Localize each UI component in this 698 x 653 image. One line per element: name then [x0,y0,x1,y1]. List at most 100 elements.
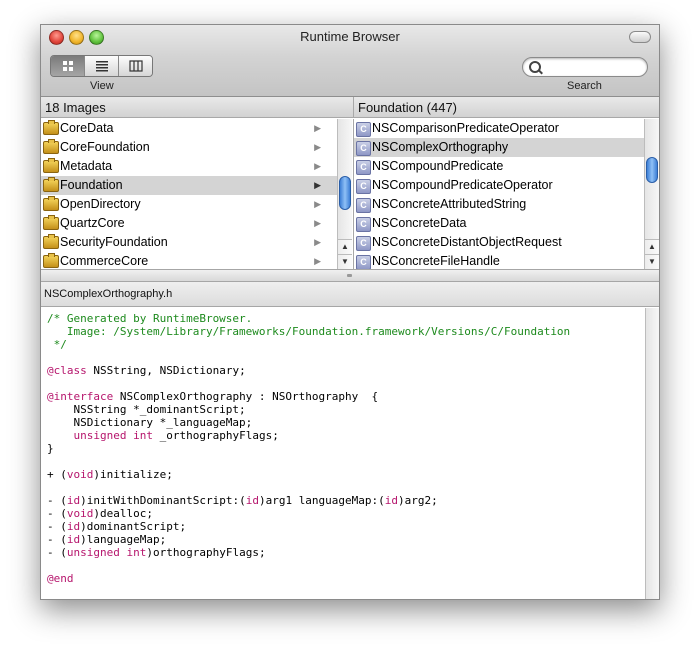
code-keyword: id [66,494,81,507]
class-name: NSCompoundPredicate [372,159,504,173]
image-name: CoreFoundation [60,140,150,154]
code-keyword: @class [47,364,87,377]
grid-icon [62,61,73,71]
classes-scroll-up-arrow[interactable]: ▲ [645,239,659,254]
images-scroll-thumb[interactable] [339,176,351,210]
image-name: OpenDirectory [60,197,141,211]
image-list-item[interactable]: CommerceCore ▶ [41,252,337,269]
framework-icon [43,215,59,230]
runtime-browser-window: Runtime Browser View Search 18 Images Fo… [40,24,660,600]
class-name: NSConcreteData [372,216,467,230]
class-icon: C [356,198,371,213]
class-list-item[interactable]: C NSCompoundPredicateOperator [354,176,644,195]
classes-scrollbar[interactable]: ▲ ▼ [644,119,659,269]
class-icon: C [356,179,371,194]
class-name: NSComparisonPredicateOperator [372,121,559,135]
images-scrollbar[interactable]: ▲ ▼ [337,119,352,269]
class-name: NSConcreteAttributedString [372,197,527,211]
title-bar: Runtime Browser View Search [41,25,659,97]
class-list-item[interactable]: C NSConcreteData [354,214,644,233]
code-scrollbar[interactable] [645,308,659,599]
class-icon: C [356,160,371,175]
disclosure-arrow-icon: ▶ [314,180,321,190]
class-name: NSCompoundPredicateOperator [372,178,553,192]
classes-scroll-thumb[interactable] [646,157,658,183]
view-label: View [90,80,114,92]
code-keyword: @end [47,572,74,585]
framework-icon [43,120,59,135]
code-keyword: unsigned int [66,546,147,559]
search-input[interactable] [543,60,643,76]
code-comment: */ [47,338,67,351]
class-list-item[interactable]: C NSConcreteAttributedString [354,195,644,214]
disclosure-arrow-icon: ▶ [314,218,321,228]
image-list-item[interactable]: CoreFoundation ▶ [41,138,337,157]
list-view-button[interactable] [85,56,119,76]
disclosure-arrow-icon: ▶ [314,142,321,152]
classes-column-header: Foundation (447) [353,97,659,118]
images-scroll-down-arrow[interactable]: ▼ [338,254,352,269]
search-field[interactable] [522,57,648,77]
image-name: Foundation [60,178,123,192]
code-text: )arg2; [398,494,438,507]
code-text: NSString *_dominantScript; [47,403,246,416]
class-name: NSConcreteDistantObjectRequest [372,235,562,249]
class-list-item[interactable]: C NSComplexOrthography [354,138,644,157]
code-text: )initWithDominantScript:( [80,494,246,507]
source-code-view[interactable]: /* Generated by RuntimeBrowser. Image: /… [41,308,645,599]
images-scroll-up-arrow[interactable]: ▲ [338,239,352,254]
class-list-item[interactable]: C NSConcreteFileHandle [354,252,644,269]
source-code: /* Generated by RuntimeBrowser. Image: /… [41,308,645,589]
code-text: NSString, NSDictionary; [86,364,246,377]
images-column-header: 18 Images [41,97,353,118]
code-keyword: void [66,468,94,481]
code-text: - ( [47,546,67,559]
class-list-item[interactable]: C NSConcreteDistantObjectRequest [354,233,644,252]
toolbar-toggle-button[interactable] [629,31,651,43]
images-list: CoreData ▶ CoreFoundation ▶ Metadata ▶ Foundat… [41,119,353,269]
code-text: NSDictionary *_languageMap; [47,416,253,429]
class-name: NSConcreteFileHandle [372,254,500,268]
image-list-item[interactable]: OpenDirectory ▶ [41,195,337,214]
framework-icon [43,177,59,192]
code-keyword: id [66,520,81,533]
image-list-item[interactable]: Metadata ▶ [41,157,337,176]
image-name: SecurityFoundation [60,235,168,249]
code-keyword: id [384,494,399,507]
icon-view-button[interactable] [51,56,85,76]
class-icon: C [356,217,371,232]
code-text: + ( [47,468,67,481]
code-text: - ( [47,533,67,546]
columns-icon [128,60,143,72]
image-list-item[interactable]: QuartzCore ▶ [41,214,337,233]
window-title: Runtime Browser [300,29,400,44]
class-list-item[interactable]: C NSCompoundPredicate [354,157,644,176]
code-text: } [47,442,54,455]
column-view-button[interactable] [119,56,152,76]
code-text: )arg1 languageMap:( [258,494,385,507]
code-text: _orthographyFlags; [152,429,279,442]
disclosure-arrow-icon: ▶ [314,123,321,133]
code-keyword: unsigned int [73,429,153,442]
list-icon [95,61,108,72]
code-text: )languageMap; [80,533,167,546]
framework-icon [43,253,59,268]
split-view-divider[interactable] [41,269,659,282]
class-name: NSComplexOrthography [372,140,509,154]
class-icon: C [356,141,371,156]
disclosure-arrow-icon: ▶ [314,256,321,266]
search-icon [529,61,541,73]
class-list-item[interactable]: C NSComparisonPredicateOperator [354,119,644,138]
class-icon: C [356,122,371,137]
header-file-name: NSComplexOrthography.h [41,282,659,307]
image-list-item[interactable]: SecurityFoundation ▶ [41,233,337,252]
classes-list: C NSComparisonPredicateOperator C NSComplex… [353,119,659,269]
image-list-item[interactable]: CoreData ▶ [41,119,337,138]
code-text: )orthographyFlags; [146,546,266,559]
code-comment: Image: /System/Library/Frameworks/Founda… [47,325,571,338]
classes-scroll-down-arrow[interactable]: ▼ [645,254,659,269]
framework-icon [43,158,59,173]
disclosure-arrow-icon: ▶ [314,237,321,247]
view-mode-control [50,55,153,77]
image-list-item[interactable]: Foundation ▶ [41,176,337,195]
